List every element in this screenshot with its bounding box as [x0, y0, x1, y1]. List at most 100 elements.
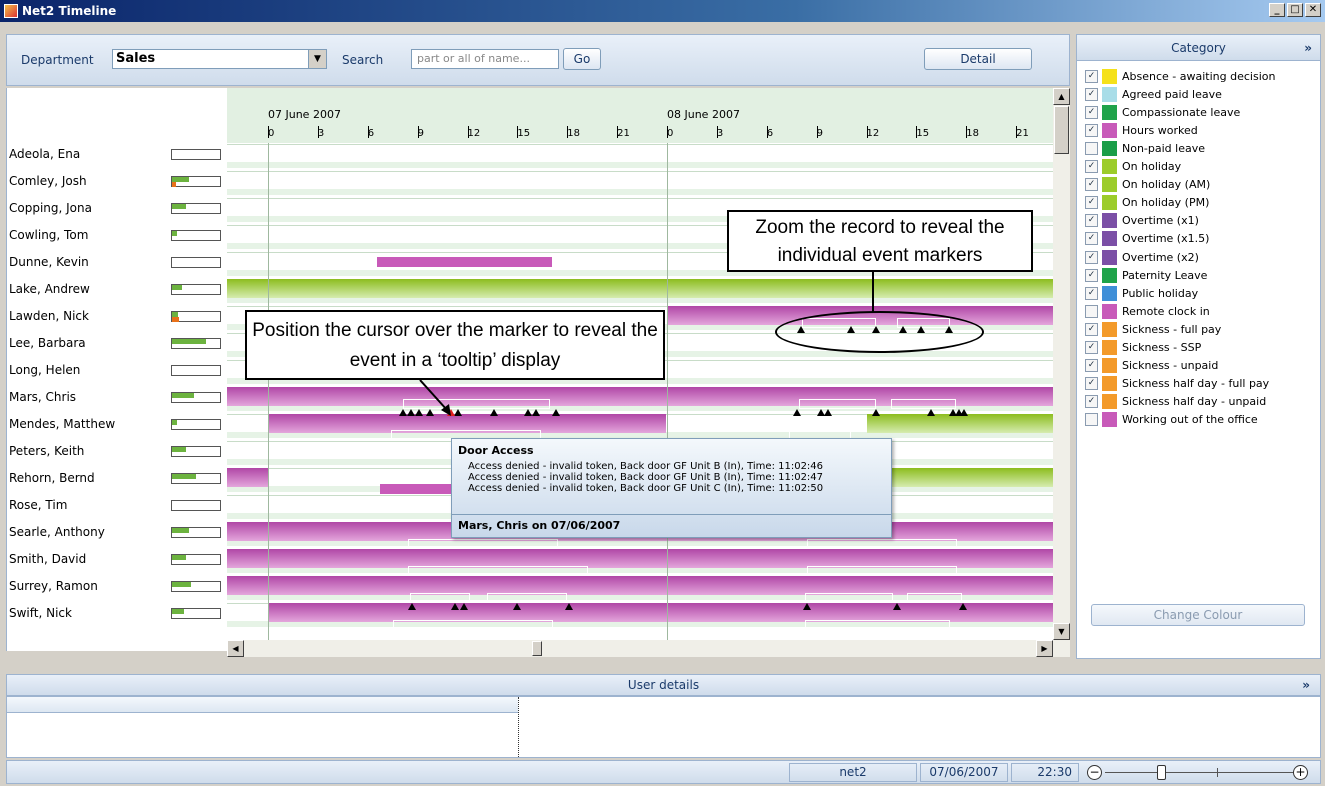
event-marker[interactable]: [460, 603, 468, 610]
person-row[interactable]: Long, Helen: [7, 357, 227, 384]
horizontal-scroll-thumb[interactable]: [532, 641, 542, 656]
chevron-down-icon[interactable]: ▼: [308, 50, 326, 68]
event-marker[interactable]: [454, 409, 462, 416]
maximize-button[interactable]: □: [1287, 3, 1303, 17]
vertical-scrollbar[interactable]: ▲ ▼: [1053, 88, 1070, 640]
event-marker[interactable]: [927, 409, 935, 416]
timeline-row[interactable]: [227, 168, 1053, 195]
event-marker[interactable]: [490, 409, 498, 416]
double-chevron-right-icon[interactable]: »: [1304, 35, 1312, 61]
event-marker[interactable]: [451, 603, 459, 610]
category-item[interactable]: ✓ Agreed paid leave: [1085, 85, 1222, 103]
checkbox-checked-icon[interactable]: ✓: [1085, 395, 1098, 409]
checkbox-checked-icon[interactable]: ✓: [1085, 359, 1098, 373]
event-marker[interactable]: [408, 603, 416, 610]
event-marker[interactable]: [893, 603, 901, 610]
category-item[interactable]: ✓ Sickness - SSP: [1085, 339, 1201, 357]
shift-bar[interactable]: [393, 620, 553, 630]
person-row[interactable]: Cowling, Tom: [7, 222, 227, 249]
checkbox-checked-icon[interactable]: ✓: [1085, 105, 1098, 119]
zoom-slider-thumb[interactable]: [1157, 765, 1166, 780]
shift-bar[interactable]: [805, 593, 893, 603]
change-colour-button[interactable]: Change Colour: [1091, 604, 1305, 626]
shift-bar[interactable]: [891, 399, 956, 409]
person-row[interactable]: Dunne, Kevin: [7, 249, 227, 276]
category-item[interactable]: ✓ Sickness - full pay: [1085, 320, 1221, 338]
category-item[interactable]: ✓ Overtime (x1): [1085, 212, 1199, 230]
scroll-up-icon[interactable]: ▲: [1053, 88, 1070, 105]
close-button[interactable]: ✕: [1305, 3, 1321, 17]
category-item[interactable]: ✓ Sickness half day - unpaid: [1085, 393, 1266, 411]
category-item[interactable]: ✓ Overtime (x1.5): [1085, 230, 1209, 248]
checkbox-checked-icon[interactable]: ✓: [1085, 123, 1098, 137]
shift-bar[interactable]: [807, 539, 957, 549]
person-row[interactable]: Lake, Andrew: [7, 276, 227, 303]
vertical-scroll-thumb[interactable]: [1054, 106, 1069, 154]
timeline-row[interactable]: [227, 141, 1053, 168]
minimize-button[interactable]: _: [1269, 3, 1285, 17]
category-item[interactable]: ✓ Absence - awaiting decision: [1085, 67, 1275, 85]
go-button[interactable]: Go: [563, 48, 601, 70]
checkbox-checked-icon[interactable]: ✓: [1085, 322, 1098, 336]
shift-bar[interactable]: [380, 484, 455, 494]
checkbox-unchecked-icon[interactable]: [1085, 304, 1098, 318]
search-input[interactable]: part or all of name...: [411, 49, 559, 69]
checkbox-checked-icon[interactable]: ✓: [1085, 196, 1098, 210]
person-row[interactable]: Copping, Jona: [7, 195, 227, 222]
checkbox-checked-icon[interactable]: ✓: [1085, 268, 1098, 282]
person-row[interactable]: Lee, Barbara: [7, 330, 227, 357]
checkbox-checked-icon[interactable]: ✓: [1085, 341, 1098, 354]
event-marker[interactable]: [793, 409, 801, 416]
category-item[interactable]: ✓ Hours worked: [1085, 121, 1198, 139]
shift-bar[interactable]: [410, 593, 470, 603]
event-marker[interactable]: [872, 409, 880, 416]
shift-bar[interactable]: [907, 593, 962, 603]
category-item[interactable]: Working out of the office: [1085, 411, 1258, 429]
hours-worked-block[interactable]: [227, 468, 268, 487]
shift-bar[interactable]: [408, 539, 558, 549]
category-item[interactable]: ✓ Sickness - unpaid: [1085, 357, 1218, 375]
checkbox-checked-icon[interactable]: ✓: [1085, 87, 1098, 101]
checkbox-checked-icon[interactable]: ✓: [1085, 232, 1098, 246]
zoom-out-icon[interactable]: −: [1087, 765, 1102, 780]
scroll-down-icon[interactable]: ▼: [1053, 623, 1070, 640]
checkbox-unchecked-icon[interactable]: [1085, 141, 1098, 155]
person-row[interactable]: Surrey, Ramon: [7, 573, 227, 600]
person-row[interactable]: Swift, Nick: [7, 600, 227, 627]
horizontal-scrollbar[interactable]: ◀ ▶: [227, 640, 1070, 657]
holiday-block[interactable]: [227, 279, 1053, 298]
person-row[interactable]: Mendes, Matthew: [7, 411, 227, 438]
category-item[interactable]: ✓ On holiday: [1085, 158, 1181, 176]
category-item[interactable]: Remote clock in: [1085, 302, 1210, 320]
category-item[interactable]: ✓ On holiday (PM): [1085, 194, 1209, 212]
shift-bar[interactable]: [799, 399, 876, 409]
category-item[interactable]: ✓ Public holiday: [1085, 284, 1198, 302]
user-details-header[interactable]: User details »: [6, 674, 1321, 696]
event-marker[interactable]: [407, 409, 415, 416]
event-marker[interactable]: [552, 409, 560, 416]
checkbox-checked-icon[interactable]: ✓: [1085, 377, 1098, 391]
shift-bar[interactable]: [408, 566, 588, 576]
checkbox-checked-icon[interactable]: ✓: [1085, 286, 1098, 300]
event-marker[interactable]: [824, 409, 832, 416]
event-marker[interactable]: [532, 409, 540, 416]
checkbox-checked-icon[interactable]: ✓: [1085, 214, 1098, 228]
event-marker[interactable]: [524, 409, 532, 416]
checkbox-checked-icon[interactable]: ✓: [1085, 178, 1098, 192]
event-marker[interactable]: [513, 603, 521, 610]
person-row[interactable]: Mars, Chris: [7, 384, 227, 411]
scroll-right-icon[interactable]: ▶: [1036, 640, 1053, 657]
person-row[interactable]: Smith, David: [7, 546, 227, 573]
category-item[interactable]: ✓ Compassionate leave: [1085, 103, 1240, 121]
splitter[interactable]: [518, 697, 521, 757]
holiday-block[interactable]: [867, 414, 1053, 433]
checkbox-checked-icon[interactable]: ✓: [1085, 250, 1098, 264]
category-item[interactable]: ✓ Sickness half day - full pay: [1085, 375, 1269, 393]
department-select[interactable]: Sales ▼: [112, 49, 327, 69]
person-row[interactable]: Adeola, Ena: [7, 141, 227, 168]
zoom-slider[interactable]: − +: [1087, 764, 1317, 782]
shift-bar[interactable]: [487, 593, 567, 603]
detail-button[interactable]: Detail: [924, 48, 1032, 70]
person-row[interactable]: Peters, Keith: [7, 438, 227, 465]
person-row[interactable]: Rose, Tim: [7, 492, 227, 519]
